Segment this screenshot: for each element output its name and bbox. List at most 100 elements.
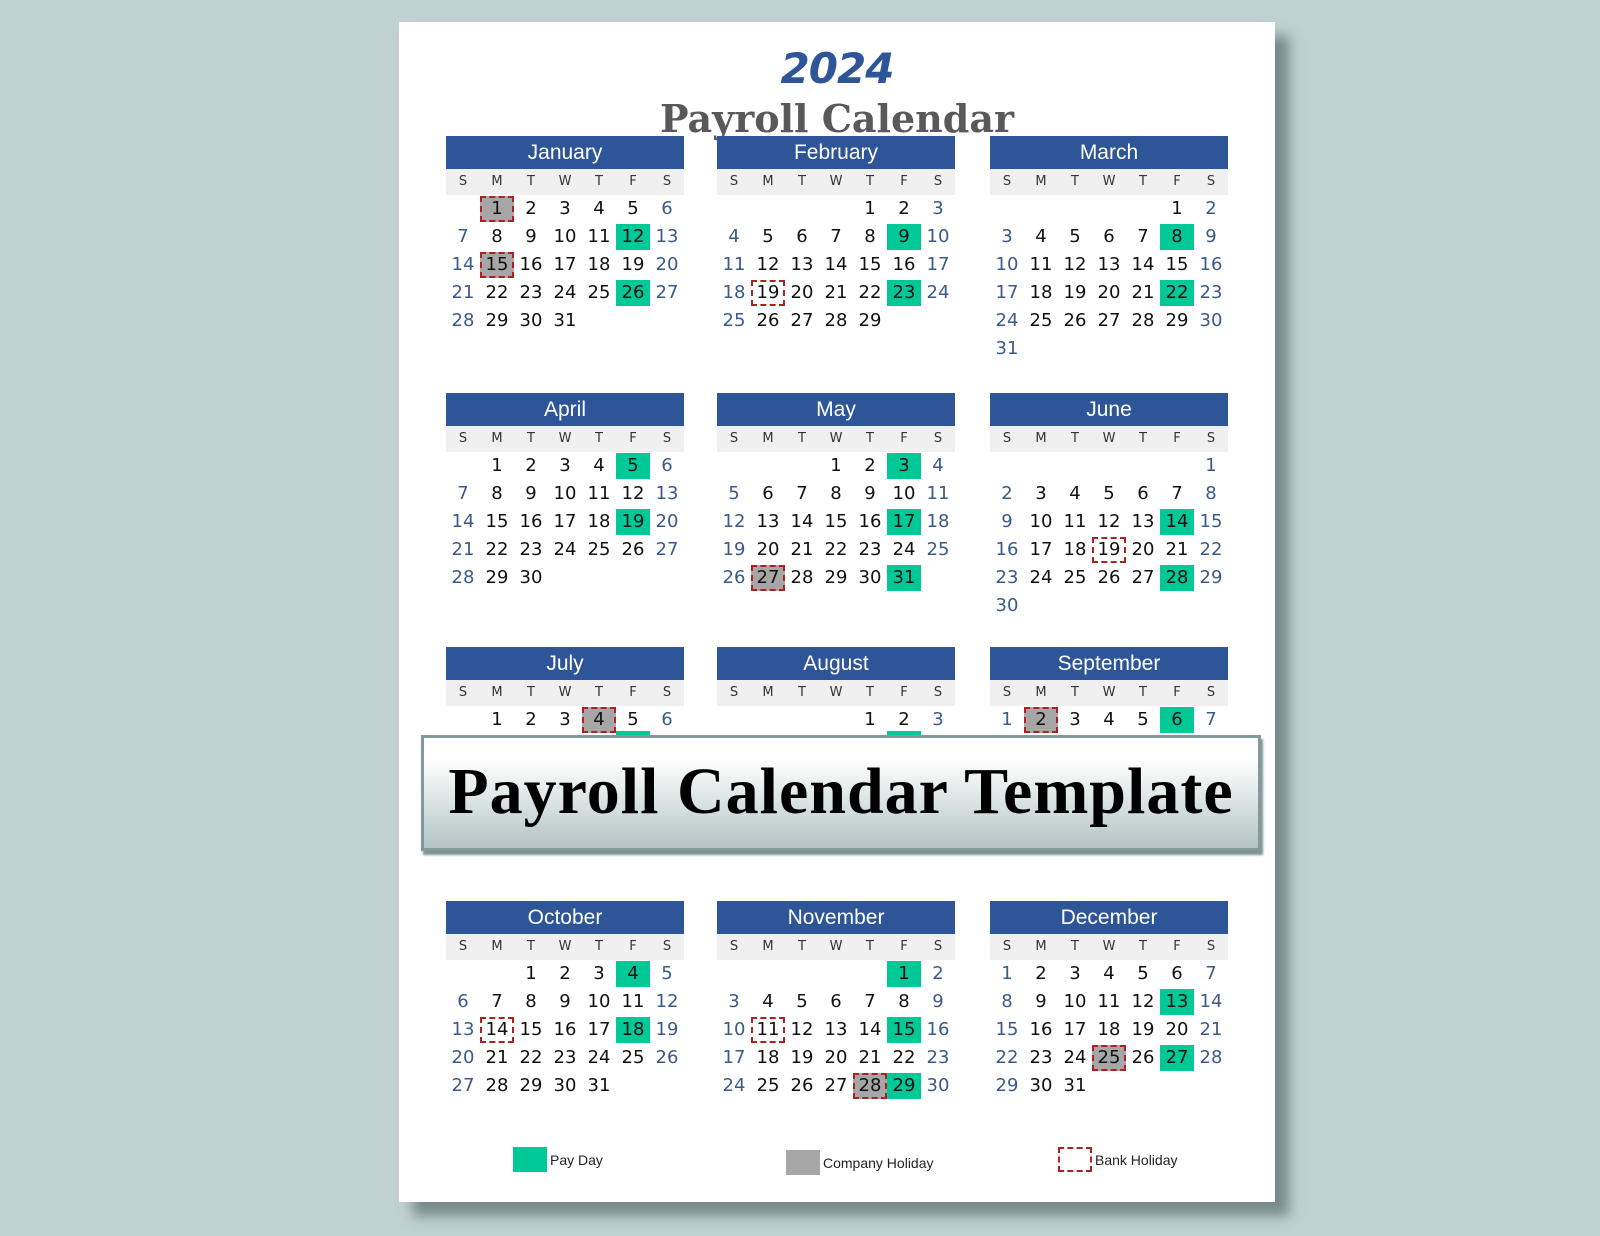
day-cell-pay-day: 15 <box>887 1017 921 1043</box>
day-cell: 5 <box>728 483 740 504</box>
day-cell: 6 <box>796 226 808 247</box>
day-cell: 26 <box>790 1075 814 1096</box>
weekday-label: T <box>595 939 603 954</box>
day-cell: 1 <box>1205 455 1217 476</box>
day-cell: 17 <box>587 1019 611 1040</box>
day-cell: 4 <box>593 198 605 219</box>
weekday-label: S <box>458 685 468 700</box>
day-cell: 16 <box>995 539 1019 560</box>
weekday-label: S <box>1206 939 1216 954</box>
day-cell: 29 <box>995 1075 1019 1096</box>
day-cell-pay-day: 3 <box>887 453 921 479</box>
day-cell: 21 <box>1131 282 1155 303</box>
day-cell: 31 <box>553 310 577 331</box>
legend-label: Company Holiday <box>823 1154 934 1171</box>
day-cell: 2 <box>898 198 910 219</box>
month-january: January S M T W T F S 1 2 3 4 5 6 7 8 9 10 11 12 13 14 15 16 17 1… <box>446 136 684 335</box>
day-cell: 9 <box>1001 511 1013 532</box>
day-cell: 19 <box>1063 282 1087 303</box>
weekday-label: W <box>1102 939 1116 954</box>
weekday-label: S <box>662 939 672 954</box>
day-cell: 15 <box>995 1019 1019 1040</box>
day-cell: 3 <box>559 709 571 730</box>
day-cell: 1 <box>1001 963 1013 984</box>
day-cell: 20 <box>824 1047 848 1068</box>
week-row: 1 234 <box>717 452 955 480</box>
day-cell: 10 <box>892 483 916 504</box>
day-cell: 19 <box>1131 1019 1155 1040</box>
month-october: October S M T W T F S 1 2 3 4 5 6 7 8 9 10 11 12 13 14 15 16 17 1… <box>446 901 684 1100</box>
company-holiday-swatch <box>786 1150 820 1175</box>
week-row: 6 7 8 9 10 11 12 <box>446 988 684 1016</box>
day-cell: 7 <box>1137 226 1149 247</box>
day-cell: 10 <box>553 226 577 247</box>
day-cell: 25 <box>722 310 746 331</box>
weekday-label: W <box>558 431 572 446</box>
day-cell: 6 <box>830 991 842 1012</box>
weekday-label: T <box>1071 431 1079 446</box>
day-cell: 2 <box>1035 963 1047 984</box>
weekday-label: M <box>491 431 503 446</box>
day-cell: 26 <box>1063 310 1087 331</box>
weekday-label: T <box>798 685 806 700</box>
empty-cell <box>751 707 785 733</box>
month-header: February <box>717 136 955 169</box>
empty-cell <box>616 1073 650 1099</box>
weekday-label: S <box>729 174 739 189</box>
day-cell: 15 <box>1165 254 1189 275</box>
weekday-label: T <box>527 685 535 700</box>
day-cell-bank-holiday: 19 <box>1092 537 1126 563</box>
day-cell: 4 <box>762 991 774 1012</box>
weekday-label: F <box>1173 685 1181 700</box>
weekday-label: S <box>1206 685 1216 700</box>
day-cell: 28 <box>824 310 848 331</box>
empty-cell <box>751 196 785 222</box>
day-cell: 10 <box>553 483 577 504</box>
week-row: 11 12 13 14 15 16 17 <box>717 251 955 279</box>
day-cell: 16 <box>519 511 543 532</box>
day-cell: 5 <box>661 963 673 984</box>
day-cell-pay-day: 13 <box>1160 989 1194 1015</box>
day-cell-pay-day: 17 <box>887 509 921 535</box>
day-cell: 14 <box>1131 254 1155 275</box>
week-row: 28 29 30 <box>446 564 684 592</box>
day-cell: 29 <box>485 567 509 588</box>
day-cell: 24 <box>587 1047 611 1068</box>
day-cell: 1 <box>830 455 842 476</box>
week-row: 10 11 12 13 14 15 16 <box>717 1016 955 1044</box>
weekday-label: S <box>1002 174 1012 189</box>
month-header: January <box>446 136 684 169</box>
month-april: April S M T W T F S 1 2 3 4 5 6 7 8 9 10 11 12 13 14 15 16 17 18 1… <box>446 393 684 592</box>
day-cell: 19 <box>722 539 746 560</box>
weekday-label: M <box>1035 939 1047 954</box>
calendar-year: 2024 <box>780 44 895 93</box>
day-cell: 2 <box>1205 198 1217 219</box>
month-header: June <box>990 393 1228 426</box>
month-november: November S M T W T F S 1 2 3 4 5 6 7 8 9 10 11 12 13 14 15 16 17… <box>717 901 955 1100</box>
day-cell-pay-day: 29 <box>887 1073 921 1099</box>
day-cell: 26 <box>621 539 645 560</box>
day-cell: 2 <box>525 198 537 219</box>
day-cell: 2 <box>864 455 876 476</box>
day-cell: 30 <box>858 567 882 588</box>
day-cell-pay-day: 5 <box>616 453 650 479</box>
day-cell: 21 <box>485 1047 509 1068</box>
day-cell: 22 <box>995 1047 1019 1068</box>
week-row: 3 4 5 6 7 8 9 <box>717 988 955 1016</box>
day-cell: 16 <box>926 1019 950 1040</box>
template-banner: Payroll Calendar Template <box>421 735 1261 851</box>
weekday-label: S <box>662 685 672 700</box>
day-cell: 19 <box>621 254 645 275</box>
weekday-label: T <box>798 431 806 446</box>
day-cell: 15 <box>858 254 882 275</box>
day-cell: 31 <box>587 1075 611 1096</box>
day-cell: 15 <box>824 511 848 532</box>
day-cell: 12 <box>1097 511 1121 532</box>
day-cell: 17 <box>553 254 577 275</box>
day-cell-pay-day: 26 <box>616 280 650 306</box>
day-cell: 10 <box>1029 511 1053 532</box>
empty-cell <box>921 565 955 591</box>
day-cell: 11 <box>1063 511 1087 532</box>
day-cell: 3 <box>932 709 944 730</box>
weekday-label: M <box>491 685 503 700</box>
